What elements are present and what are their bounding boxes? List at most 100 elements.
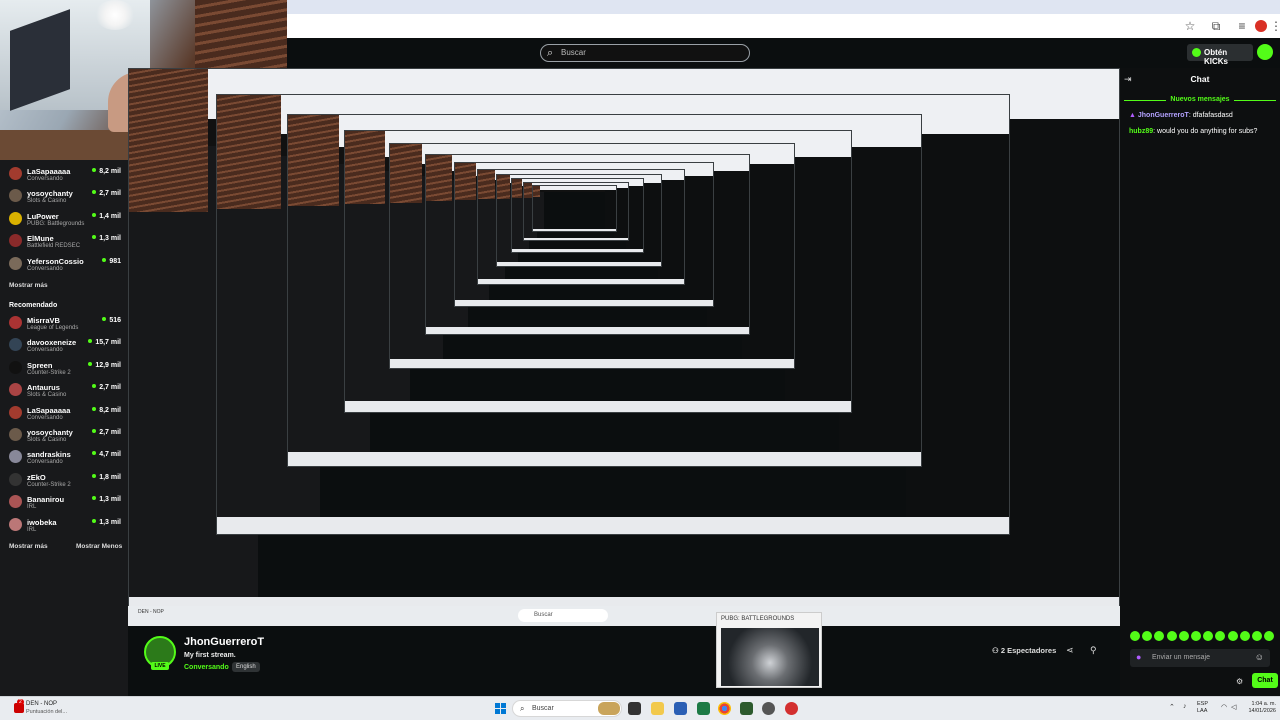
search-input[interactable]: ⌕ Buscar — [540, 44, 750, 62]
emote-icon[interactable] — [1239, 631, 1250, 641]
live-dot-icon — [92, 496, 97, 501]
emote-icon[interactable] — [1227, 631, 1238, 641]
channel-viewers: 1,3 mil — [92, 235, 121, 242]
follow-user-icon[interactable]: ⚲ — [1090, 645, 1097, 656]
sidebar-channel[interactable]: yosoychanty Slots & Casino 2,7 mil — [9, 424, 127, 446]
channel-viewers: 1,4 mil — [92, 212, 121, 220]
frame-webcam — [389, 144, 423, 203]
emote-icon[interactable] — [1154, 631, 1165, 641]
clock-date[interactable]: 14/01/2026 — [1248, 708, 1276, 714]
sidebar-channel[interactable]: Bananirou IRL 1,3 mil — [9, 491, 127, 513]
emoji-icon[interactable]: ☺ — [1255, 652, 1264, 662]
sidebar-channel[interactable]: iwobeka IRL 1,3 mil — [9, 514, 127, 536]
stream-video-player[interactable] — [128, 68, 1120, 620]
channel-name: LaSapaaaaa — [27, 167, 71, 176]
pubg-icon[interactable] — [762, 702, 775, 715]
widgets-icon[interactable] — [598, 702, 620, 715]
task-view-icon[interactable] — [628, 702, 641, 715]
sidebar-channel[interactable]: zEkO Counter-Strike 2 1,8 mil — [9, 469, 127, 491]
minecraft-icon[interactable] — [740, 702, 753, 715]
obs-icon[interactable] — [785, 702, 798, 715]
clock-time[interactable]: 1:04 a. m. — [1252, 701, 1276, 707]
media-control-icon[interactable]: ≡ — [1235, 19, 1249, 33]
chrome-icon[interactable] — [718, 702, 731, 715]
user-avatar[interactable] — [1257, 44, 1273, 60]
windows-start-icon[interactable] — [495, 703, 507, 715]
word-icon[interactable] — [674, 702, 687, 715]
emote-icon[interactable] — [1252, 631, 1262, 641]
channel-category: Conversando — [27, 176, 63, 182]
get-kicks-button[interactable]: Obtén KICKs — [1187, 44, 1253, 66]
get-kicks-label: Obtén KICKs — [1204, 48, 1229, 66]
taskbar-preview-popup[interactable]: PUBG: BATTLEGROUNDS — [716, 612, 822, 688]
chat-settings-gear-icon[interactable]: ⚙ — [1236, 677, 1243, 686]
emote-icon[interactable] — [1178, 631, 1189, 641]
sidebar-channel[interactable]: sandraskins Conversando 4,7 mil — [9, 446, 127, 468]
extensions-icon[interactable]: ⧉ — [1209, 19, 1223, 33]
emote-icon[interactable] — [1264, 631, 1275, 641]
channel-viewers: 8,2 mil — [92, 406, 121, 414]
bookmark-star-icon[interactable]: ☆ — [1183, 19, 1197, 33]
live-dot-icon — [92, 406, 97, 411]
file-explorer-icon[interactable] — [651, 702, 664, 715]
frame-webcam — [533, 185, 540, 198]
language-tag[interactable]: English — [232, 662, 260, 672]
keyboard-layout[interactable]: LAA — [1197, 708, 1207, 714]
chat-input-placeholder: Enviar un mensaje — [1152, 654, 1210, 661]
chat-username[interactable]: JhonGuerreroT — [1138, 112, 1189, 119]
frame-webcam — [426, 154, 452, 202]
show-more-link[interactable]: Mostrar más — [9, 282, 48, 289]
tray-chevron-icon[interactable]: ⌃ — [1169, 703, 1175, 711]
chat-message: hubz89: would you do anything for subs? — [1129, 128, 1257, 135]
sidebar-channel[interactable]: LuPower PUBG: Battlegrounds 1,4 mil — [9, 208, 127, 230]
emote-icon[interactable] — [1166, 631, 1177, 641]
excel-icon[interactable] — [697, 702, 710, 715]
stream-category[interactable]: Conversando — [184, 664, 229, 671]
share-icon[interactable]: ⋖ — [1066, 645, 1074, 656]
new-messages-label: Nuevos mensajes — [1120, 96, 1280, 103]
browser-menu-icon[interactable]: ⋮ — [1269, 19, 1280, 33]
chat-send-button[interactable]: Chat — [1252, 673, 1278, 688]
sidebar-channel[interactable]: MisrraVB League of Legends 516 — [9, 312, 127, 334]
channel-category: Counter-Strike 2 — [27, 369, 71, 376]
channel-avatar — [9, 189, 22, 203]
emote-icon[interactable] — [1203, 631, 1214, 641]
emote-icon[interactable] — [1130, 631, 1140, 641]
channel-avatar — [9, 472, 22, 486]
keyboard-language[interactable]: ESP — [1197, 701, 1208, 707]
live-dot-icon — [102, 257, 107, 262]
sidebar-channel[interactable]: davooxeneize Conversando 15,7 mil — [9, 334, 127, 356]
channel-name: yosoychanty — [27, 428, 73, 437]
channel-viewers: 2,7 mil — [92, 429, 121, 436]
show-more-recommended-link[interactable]: Mostrar más — [9, 543, 48, 550]
frame-webcam — [523, 182, 532, 198]
channel-viewers: 8,2 mil — [92, 168, 121, 175]
sidebar-channel[interactable]: yosoychanty Slots & Casino 2,7 mil — [9, 185, 127, 207]
sidebar-channel[interactable]: Antaurus Slots & Casino 2,7 mil — [9, 379, 127, 401]
video-taskbar-app: DEN - NOP — [138, 609, 164, 615]
show-less-link[interactable]: Mostrar Menos — [76, 543, 122, 550]
frame-webcam — [511, 179, 523, 199]
channel-name: zEkO — [27, 472, 46, 482]
channel-avatar — [9, 383, 22, 397]
channel-avatar — [9, 450, 22, 464]
recursive-frame — [532, 184, 618, 233]
sidebar-channel[interactable]: Spreen Counter-Strike 2 12,9 mil — [9, 357, 127, 379]
wifi-icon[interactable]: ◠ — [1221, 703, 1227, 711]
emote-icon[interactable] — [1215, 631, 1226, 641]
microphone-icon[interactable]: ● — [1136, 652, 1141, 662]
emote-icon[interactable] — [1142, 631, 1153, 641]
tray-mic-icon[interactable]: ♪ — [1183, 703, 1187, 710]
chat-username[interactable]: hubz89 — [1129, 128, 1153, 135]
chat-input[interactable]: ● Enviar un mensaje ☺ — [1130, 649, 1270, 667]
channel-viewers-count: 1,3 mil — [99, 235, 121, 243]
emote-icon[interactable] — [1191, 631, 1201, 641]
profile-icon[interactable] — [1255, 20, 1267, 32]
channel-avatar — [9, 517, 22, 531]
sidebar-channel[interactable]: LaSapaaaaa Conversando 8,2 mil — [9, 402, 127, 424]
volume-icon[interactable]: ◁ — [1231, 703, 1236, 711]
sidebar-channel[interactable]: YefersonCossio Conversando 981 — [9, 253, 127, 275]
streamer-name[interactable]: JhonGuerreroT — [184, 636, 264, 648]
sidebar-channel[interactable]: LaSapaaaaa Conversando 8,2 mil — [9, 163, 127, 185]
sidebar-channel[interactable]: ElMune Battlefield REDSEC 1,3 mil — [9, 230, 127, 252]
